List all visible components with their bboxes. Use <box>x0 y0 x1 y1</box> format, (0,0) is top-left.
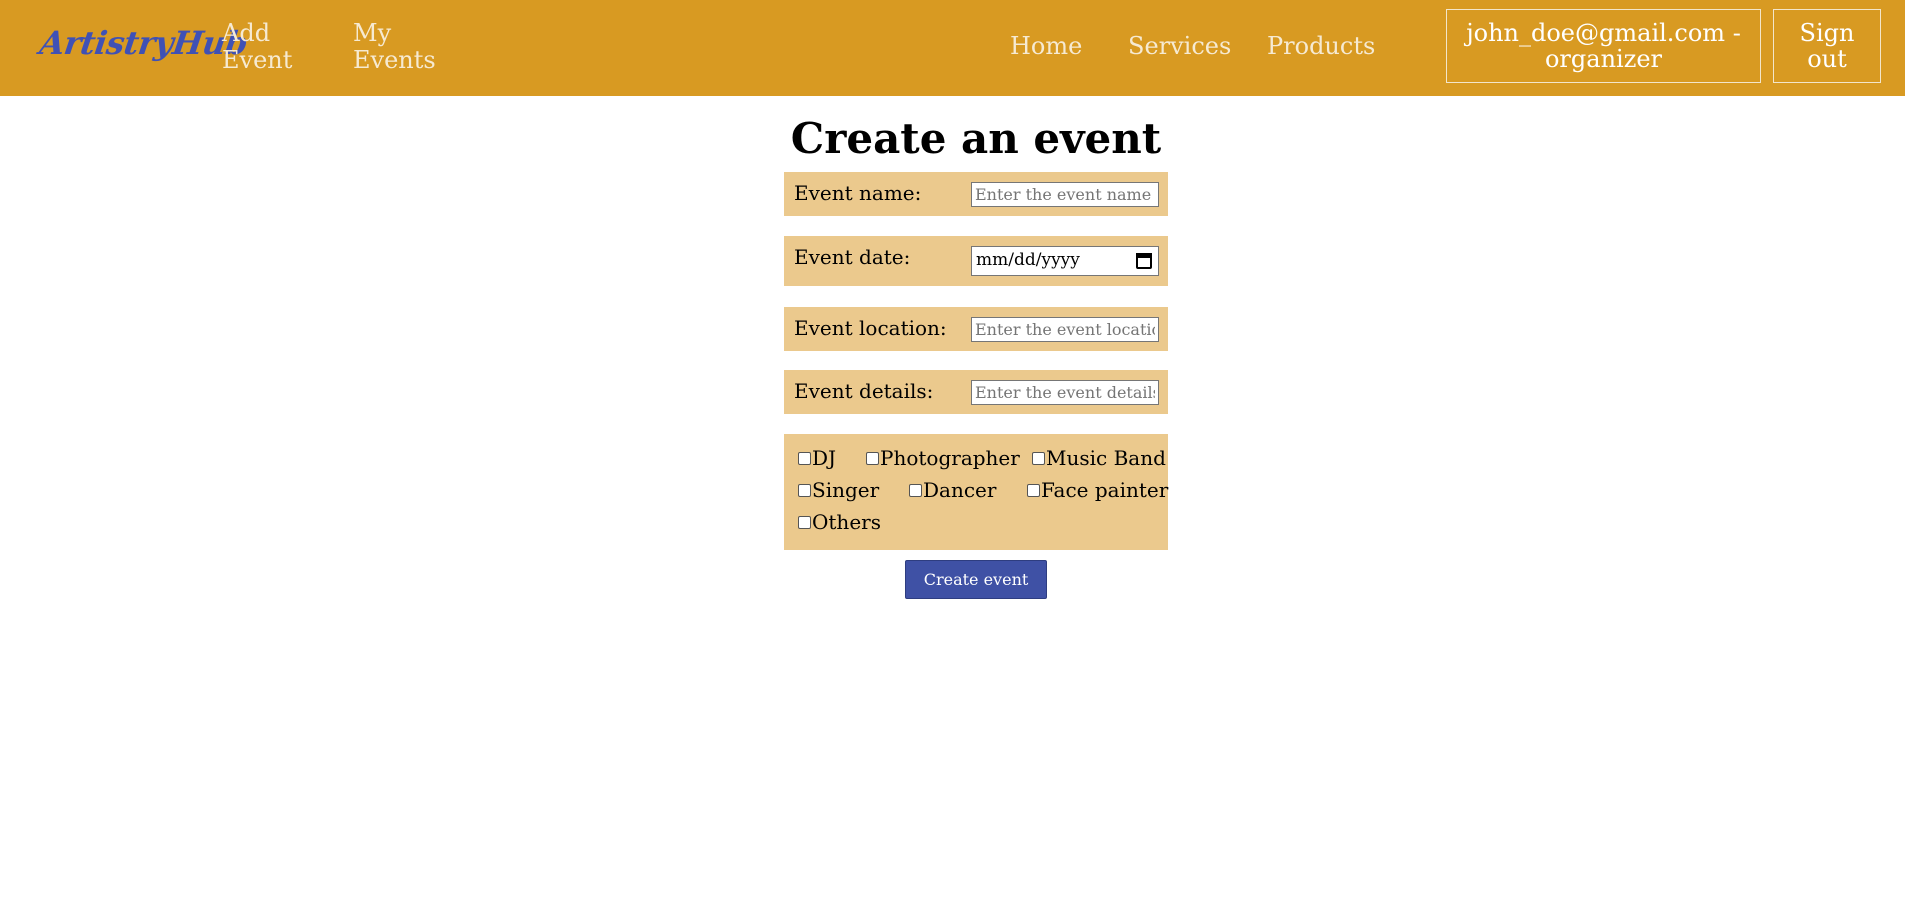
event-location-label: Event location: <box>794 316 947 340</box>
checkbox-photographer[interactable]: Photographer <box>866 446 1020 470</box>
nav-products-link[interactable]: Products <box>1267 33 1375 60</box>
event-details-row: Event details: <box>784 370 1168 414</box>
nav-my-events-link[interactable]: My Events <box>353 20 443 74</box>
event-date-label: Event date: <box>794 245 911 269</box>
nav-home-link[interactable]: Home <box>1010 33 1082 60</box>
sign-out-label-line1: Sign <box>1799 19 1855 47</box>
checkbox-face-painter-box[interactable] <box>1027 484 1040 497</box>
event-name-label: Event name: <box>794 181 922 205</box>
checkbox-music-band[interactable]: Music Band <box>1032 446 1166 470</box>
user-account-box[interactable]: john_doe@gmail.com - organizer <box>1446 9 1761 83</box>
checkbox-photographer-box[interactable] <box>866 452 879 465</box>
checkbox-dancer[interactable]: Dancer <box>909 478 996 502</box>
checkbox-music-band-label: Music Band <box>1046 446 1166 470</box>
calendar-icon[interactable] <box>1136 253 1152 269</box>
user-email-label: john_doe@gmail.com - <box>1466 19 1741 47</box>
user-role-label: organizer <box>1544 45 1663 73</box>
checkbox-face-painter-label: Face painter <box>1041 478 1169 502</box>
event-date-input[interactable]: mm/dd/yyyy <box>971 246 1159 276</box>
event-details-input[interactable] <box>971 380 1159 405</box>
checkbox-others-box[interactable] <box>798 516 811 529</box>
nav-add-event-link[interactable]: Add Event <box>222 20 312 74</box>
event-date-row: Event date: mm/dd/yyyy <box>784 236 1168 286</box>
sign-out-button[interactable]: Sign out <box>1773 9 1881 83</box>
brand-logo[interactable]: ArtistryHub <box>37 24 250 62</box>
event-location-input[interactable] <box>971 317 1159 342</box>
checkbox-others-label: Others <box>812 510 881 534</box>
top-navbar: ArtistryHub Add Event My Events Home Ser… <box>0 0 1905 96</box>
nav-services-link[interactable]: Services <box>1128 33 1231 60</box>
sign-out-label-line2: out <box>1807 45 1847 73</box>
event-name-input[interactable] <box>971 182 1159 207</box>
nav-my-events-label-line2: Events <box>353 46 436 74</box>
checkbox-dancer-box[interactable] <box>909 484 922 497</box>
nav-add-event-label-line2: Event <box>222 46 293 74</box>
nav-my-events-label-line1: My <box>353 19 392 47</box>
checkbox-others[interactable]: Others <box>798 510 881 534</box>
checkbox-dj-box[interactable] <box>798 452 811 465</box>
create-event-button[interactable]: Create event <box>905 560 1047 599</box>
checkbox-singer-box[interactable] <box>798 484 811 497</box>
services-checkbox-group: DJ Photographer Music Band Singer Dancer… <box>784 434 1168 550</box>
nav-add-event-label-line1: Add <box>222 19 271 47</box>
checkbox-music-band-box[interactable] <box>1032 452 1045 465</box>
event-date-value: mm/dd/yyyy <box>976 250 1080 270</box>
event-details-label: Event details: <box>794 379 934 403</box>
checkbox-singer-label: Singer <box>812 478 880 502</box>
checkbox-singer[interactable]: Singer <box>798 478 879 502</box>
event-location-row: Event location: <box>784 307 1168 351</box>
checkbox-face-painter[interactable]: Face painter <box>1027 478 1168 502</box>
checkbox-dj-label: DJ <box>812 446 837 470</box>
event-name-row: Event name: <box>784 172 1168 216</box>
checkbox-dj[interactable]: DJ <box>798 446 836 470</box>
page-title: Create an event <box>790 114 1162 163</box>
checkbox-photographer-label: Photographer <box>880 446 1020 470</box>
checkbox-dancer-label: Dancer <box>923 478 997 502</box>
